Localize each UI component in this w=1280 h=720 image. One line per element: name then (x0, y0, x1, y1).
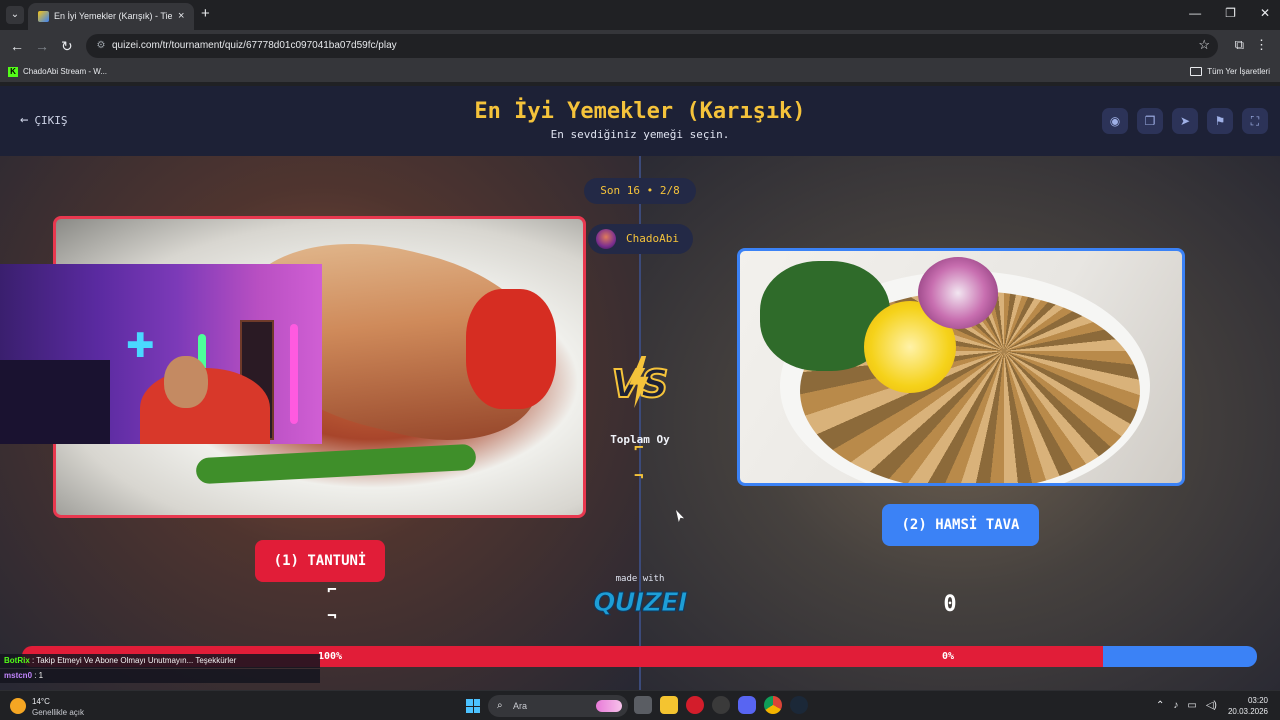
weather-condition: Genellikle açık (32, 708, 85, 717)
streamer-head-image (164, 356, 208, 408)
clock-time: 03:20 (1247, 696, 1268, 705)
vote-left-button[interactable]: (1) TANTUNİ (255, 540, 385, 582)
header-actions: ◉ ❐ ➤ ⚑ ⛶ (1102, 108, 1268, 134)
fullscreen-icon[interactable]: ⛶ (1242, 108, 1268, 134)
chat-message: mstcn0 : 1 (0, 669, 320, 683)
eye-icon[interactable]: ◉ (1102, 108, 1128, 134)
all-bookmarks-label: Tüm Yer İşaretleri (1207, 67, 1270, 76)
webcam-overlay: ✚ (0, 264, 322, 444)
chat-text: : 1 (32, 671, 44, 680)
browser-toolbar: ← → ↻ ⚙ quizei.com/tr/tournament/quiz/67… (0, 30, 1280, 62)
spinner-icon: ¬ (327, 606, 337, 625)
taskbar: 14°C Genellikle açık ⌕ Ara ⌃ ♪ ▭ ◁) 03:2… (0, 690, 1280, 720)
window-controls: — ❐ ✕ (1189, 6, 1270, 20)
minimize-button[interactable]: — (1189, 6, 1201, 20)
chevron-up-icon[interactable]: ⌃ (1156, 699, 1164, 713)
all-bookmarks-folder[interactable]: Tüm Yer İşaretleri (1190, 65, 1270, 79)
tab-active[interactable]: En İyi Yemekler (Karışık) - Tier Listi × (28, 3, 194, 30)
search-highlight-image (596, 700, 622, 712)
system-tray: ⌃ ♪ ▭ ◁) (1156, 699, 1217, 713)
chrome-icon[interactable] (764, 696, 782, 714)
more-menu-icon[interactable]: ⋮ (1255, 37, 1268, 53)
reload-button[interactable]: ↻ (61, 37, 73, 55)
quizei-favicon-icon (38, 11, 49, 22)
clock-date: 20.03.2026 (1227, 707, 1268, 716)
sun-icon (10, 698, 26, 714)
restore-button[interactable]: ❐ (1225, 6, 1236, 20)
quiz-header: ← ÇIKIŞ En İyi Yemekler (Karışık) En sevd… (0, 86, 1280, 156)
chat-message: BotRix : Takip Etmeyi Ve Abone Olmayı Un… (0, 654, 320, 668)
exit-label: ÇIKIŞ (34, 114, 68, 127)
opera-icon[interactable] (686, 696, 704, 714)
send-icon[interactable]: ➤ (1172, 108, 1198, 134)
search-icon: ⌕ (497, 700, 503, 711)
flag-icon[interactable]: ⚑ (1207, 108, 1233, 134)
user-badge: ChadoAbi (588, 224, 693, 254)
tomato-image (466, 289, 556, 409)
temperature: 14°C (32, 697, 50, 706)
browser-chrome: ⌄ En İyi Yemekler (Karışık) - Tier Listi… (0, 0, 1280, 86)
right-result-bar-fill (640, 646, 1103, 667)
tab-search-icon[interactable]: ⌄ (6, 6, 24, 24)
pc-setup-image (0, 360, 110, 444)
pepper-image (195, 443, 477, 485)
bookmarks-bar: K ChadoAbi Stream - W... Tüm Yer İşaretle… (0, 62, 1280, 82)
bookmark-star-icon[interactable]: ☆ (1198, 37, 1210, 53)
back-button[interactable]: ← (10, 37, 24, 55)
site-info-icon[interactable]: ⚙ (94, 39, 108, 53)
right-percent-label: 0% (942, 651, 955, 662)
chat-text: : Takip Etmeyi Ve Abone Olmayı Unutmayın… (29, 656, 237, 665)
spinner-icon: ¬ (634, 466, 644, 485)
taskbar-search[interactable]: ⌕ Ara (488, 695, 628, 717)
clock[interactable]: 03:20 20.03.2026 (1228, 695, 1268, 717)
discord-icon[interactable] (738, 696, 756, 714)
network-icon[interactable]: ▭ (1187, 699, 1196, 713)
onion-image (918, 257, 998, 329)
exit-button[interactable]: ← ÇIKIŞ (20, 112, 68, 129)
spinner-icon: ⌐ (327, 580, 337, 599)
address-bar[interactable]: ⚙ quizei.com/tr/tournament/quiz/67778d01… (86, 34, 1218, 58)
option-right-image[interactable] (737, 248, 1185, 486)
taskbar-apps (634, 696, 808, 714)
neon-light-image (290, 324, 298, 424)
folder-icon (1190, 67, 1203, 77)
tab-close-icon[interactable]: × (178, 9, 184, 23)
round-indicator: Son 16 • 2/8 (584, 178, 696, 204)
neon-cross-icon: ✚ (126, 327, 155, 365)
bookmark-item[interactable]: K ChadoAbi Stream - W... (8, 65, 107, 79)
chat-nick: mstcn0 (4, 671, 33, 680)
forward-button[interactable]: → (35, 37, 49, 55)
chat-nick: BotRix (4, 656, 30, 665)
extensions-icon[interactable]: ⧉ (1235, 37, 1244, 53)
bookmark-item-label: ChadoAbi Stream - W... (23, 67, 108, 76)
copy-icon[interactable]: ❐ (1137, 108, 1163, 134)
search-placeholder: Ara (513, 701, 528, 711)
url-text[interactable]: quizei.com/tr/tournament/quiz/67778d01c0… (112, 39, 397, 53)
tab-strip: ⌄ En İyi Yemekler (Karışık) - Tier Listi… (0, 0, 1280, 30)
kick-favicon-icon: K (8, 66, 18, 77)
obs-icon[interactable] (712, 696, 730, 714)
made-with-label: made with (615, 574, 665, 584)
arrow-left-icon: ← (20, 112, 29, 128)
spinner-icon: ⌐ (634, 438, 644, 457)
vote-right-button[interactable]: (2) HAMSİ TAVA (882, 504, 1039, 546)
quizei-logo[interactable]: QUIZEI (592, 586, 688, 620)
avatar (596, 229, 616, 249)
steam-icon[interactable] (790, 696, 808, 714)
page-title: En İyi Yemekler (Karışık) (474, 99, 806, 124)
left-percent-label: 100% (318, 651, 343, 662)
right-vote-count: 0 (943, 592, 957, 617)
volume-icon[interactable]: ◁) (1206, 699, 1217, 713)
windows-start-icon[interactable] (466, 699, 480, 713)
close-window-button[interactable]: ✕ (1260, 6, 1270, 20)
tab-title: En İyi Yemekler (Karışık) - Tier Listi (54, 11, 172, 21)
task-view-icon[interactable] (634, 696, 652, 714)
file-explorer-icon[interactable] (660, 696, 678, 714)
microphone-icon[interactable]: ♪ (1173, 699, 1178, 713)
user-name: ChadoAbi (626, 232, 679, 245)
quiz-page: ← ÇIKIŞ En İyi Yemekler (Karışık) En sevd… (0, 86, 1280, 690)
page-subtitle: En sevdiğiniz yemeği seçin. (550, 128, 730, 141)
new-tab-button[interactable]: + (201, 6, 210, 22)
